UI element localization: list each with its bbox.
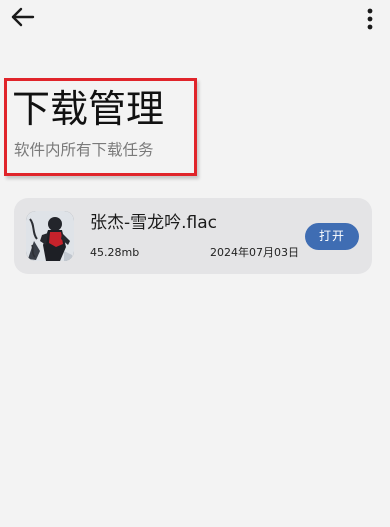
page-subtitle: 软件内所有下载任务 [14, 141, 154, 159]
more-vertical-icon [367, 8, 373, 30]
top-app-bar [0, 0, 390, 36]
arrow-left-icon [11, 7, 35, 27]
download-item[interactable]: 张杰-雪龙吟.flac 45.28mb 2024年07月03日 打开 [14, 198, 372, 274]
more-options-button[interactable] [360, 6, 380, 32]
download-date: 2024年07月03日 [210, 246, 299, 259]
back-button[interactable] [9, 4, 37, 30]
download-file-size: 45.28mb [90, 246, 140, 259]
page-title: 下载管理 [12, 87, 165, 131]
album-cover-image [26, 211, 74, 261]
download-file-name: 张杰-雪龙吟.flac [90, 213, 218, 233]
download-manager-screen: 下载管理 软件内所有下载任务 张杰-雪龙吟.flac 45.28mb 2024年… [0, 0, 390, 527]
open-button[interactable]: 打开 [305, 223, 359, 250]
